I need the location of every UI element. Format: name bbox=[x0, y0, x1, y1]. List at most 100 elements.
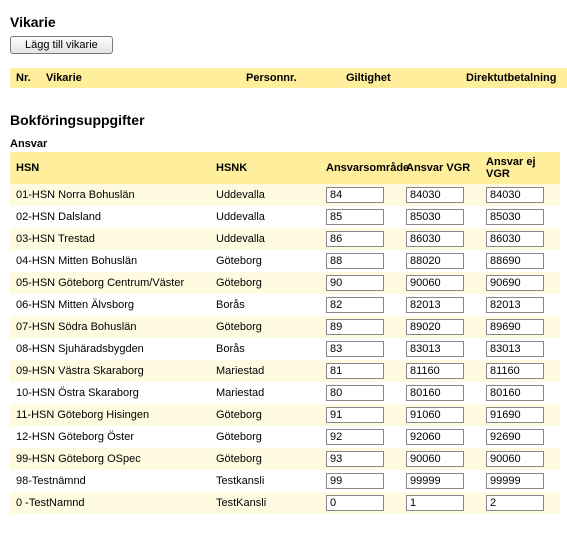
bokforing-header-hsnk: HSNK bbox=[210, 152, 320, 184]
ansvar-vgr-input[interactable] bbox=[406, 451, 464, 467]
table-row: 06-HSN Mitten ÄlvsborgBorås bbox=[10, 294, 560, 316]
cell-hsnk: Borås bbox=[210, 294, 320, 316]
cell-input-b bbox=[400, 184, 480, 206]
ansvar-ej-vgr-input[interactable] bbox=[486, 363, 544, 379]
ansvarsomrade-input[interactable] bbox=[326, 495, 384, 511]
cell-hsn: 0 -TestNamnd bbox=[10, 492, 210, 514]
table-row: 05-HSN Göteborg Centrum/VästerGöteborg bbox=[10, 272, 560, 294]
bokforing-header-ansvarsomrade: Ansvarsområde bbox=[320, 152, 400, 184]
ansvarsomrade-input[interactable] bbox=[326, 297, 384, 313]
table-row: 07-HSN Södra BohuslänGöteborg bbox=[10, 316, 560, 338]
ansvar-vgr-input[interactable] bbox=[406, 187, 464, 203]
cell-input-a bbox=[320, 404, 400, 426]
ansvarsomrade-input[interactable] bbox=[326, 407, 384, 423]
table-row: 98-TestnämndTestkansli bbox=[10, 470, 560, 492]
cell-input-a bbox=[320, 470, 400, 492]
cell-input-b bbox=[400, 360, 480, 382]
ansvarsomrade-input[interactable] bbox=[326, 187, 384, 203]
ansvar-vgr-input[interactable] bbox=[406, 275, 464, 291]
ansvar-ej-vgr-input[interactable] bbox=[486, 209, 544, 225]
vikarie-header-nr: Nr. bbox=[10, 68, 40, 88]
ansvar-vgr-input[interactable] bbox=[406, 385, 464, 401]
ansvarsomrade-input[interactable] bbox=[326, 231, 384, 247]
ansvar-vgr-input[interactable] bbox=[406, 473, 464, 489]
vikarie-table: Nr. Vikarie Personnr. Giltighet Direktut… bbox=[10, 68, 567, 88]
cell-hsnk: Testkansli bbox=[210, 470, 320, 492]
cell-hsnk: Göteborg bbox=[210, 426, 320, 448]
cell-hsn: 98-Testnämnd bbox=[10, 470, 210, 492]
ansvar-ej-vgr-input[interactable] bbox=[486, 231, 544, 247]
cell-input-c bbox=[480, 404, 560, 426]
cell-input-c bbox=[480, 206, 560, 228]
ansvar-ej-vgr-input[interactable] bbox=[486, 187, 544, 203]
ansvar-ej-vgr-input[interactable] bbox=[486, 319, 544, 335]
table-row: 10-HSN Östra SkaraborgMariestad bbox=[10, 382, 560, 404]
ansvarsomrade-input[interactable] bbox=[326, 253, 384, 269]
ansvar-vgr-input[interactable] bbox=[406, 341, 464, 357]
ansvarsomrade-input[interactable] bbox=[326, 429, 384, 445]
ansvar-ej-vgr-input[interactable] bbox=[486, 253, 544, 269]
cell-input-c bbox=[480, 272, 560, 294]
table-row: 04-HSN Mitten BohuslänGöteborg bbox=[10, 250, 560, 272]
cell-input-c bbox=[480, 250, 560, 272]
cell-input-c bbox=[480, 426, 560, 448]
cell-input-c bbox=[480, 360, 560, 382]
ansvar-vgr-input[interactable] bbox=[406, 495, 464, 511]
cell-hsn: 02-HSN Dalsland bbox=[10, 206, 210, 228]
ansvarsomrade-input[interactable] bbox=[326, 363, 384, 379]
cell-input-c bbox=[480, 448, 560, 470]
cell-input-b bbox=[400, 426, 480, 448]
cell-input-a bbox=[320, 228, 400, 250]
cell-input-b bbox=[400, 404, 480, 426]
ansvar-ej-vgr-input[interactable] bbox=[486, 275, 544, 291]
bokforing-header-ansvar-ej-vgr: Ansvar ej VGR bbox=[480, 152, 560, 184]
ansvar-vgr-input[interactable] bbox=[406, 231, 464, 247]
cell-input-b bbox=[400, 250, 480, 272]
cell-hsn: 05-HSN Göteborg Centrum/Väster bbox=[10, 272, 210, 294]
cell-input-a bbox=[320, 382, 400, 404]
cell-hsn: 10-HSN Östra Skaraborg bbox=[10, 382, 210, 404]
ansvar-vgr-input[interactable] bbox=[406, 363, 464, 379]
bokforing-header-ansvar-vgr: Ansvar VGR bbox=[400, 152, 480, 184]
ansvar-ej-vgr-input[interactable] bbox=[486, 473, 544, 489]
cell-input-a bbox=[320, 492, 400, 514]
ansvar-vgr-input[interactable] bbox=[406, 407, 464, 423]
ansvarsomrade-input[interactable] bbox=[326, 319, 384, 335]
cell-hsnk: Borås bbox=[210, 338, 320, 360]
cell-input-c bbox=[480, 492, 560, 514]
ansvar-vgr-input[interactable] bbox=[406, 253, 464, 269]
ansvarsomrade-input[interactable] bbox=[326, 473, 384, 489]
cell-hsnk: Göteborg bbox=[210, 448, 320, 470]
ansvar-ej-vgr-input[interactable] bbox=[486, 297, 544, 313]
cell-input-c bbox=[480, 294, 560, 316]
ansvarsomrade-input[interactable] bbox=[326, 275, 384, 291]
cell-input-a bbox=[320, 316, 400, 338]
ansvar-ej-vgr-input[interactable] bbox=[486, 385, 544, 401]
cell-hsnk: TestKansli bbox=[210, 492, 320, 514]
ansvarsomrade-input[interactable] bbox=[326, 385, 384, 401]
cell-input-b bbox=[400, 316, 480, 338]
cell-hsn: 12-HSN Göteborg Öster bbox=[10, 426, 210, 448]
ansvarsomrade-input[interactable] bbox=[326, 451, 384, 467]
add-vikarie-button[interactable]: Lägg till vikarie bbox=[10, 36, 113, 54]
ansvar-ej-vgr-input[interactable] bbox=[486, 407, 544, 423]
ansvar-ej-vgr-input[interactable] bbox=[486, 429, 544, 445]
ansvar-ej-vgr-input[interactable] bbox=[486, 341, 544, 357]
ansvarsomrade-input[interactable] bbox=[326, 209, 384, 225]
ansvar-vgr-input[interactable] bbox=[406, 429, 464, 445]
ansvarsomrade-input[interactable] bbox=[326, 341, 384, 357]
ansvar-ej-vgr-input[interactable] bbox=[486, 495, 544, 511]
ansvar-vgr-input[interactable] bbox=[406, 209, 464, 225]
cell-hsnk: Göteborg bbox=[210, 404, 320, 426]
table-row: 0 -TestNamndTestKansli bbox=[10, 492, 560, 514]
ansvar-vgr-input[interactable] bbox=[406, 297, 464, 313]
vikarie-title: Vikarie bbox=[10, 14, 557, 30]
ansvar-vgr-input[interactable] bbox=[406, 319, 464, 335]
cell-input-a bbox=[320, 338, 400, 360]
cell-input-a bbox=[320, 272, 400, 294]
vikarie-header-direkt: Direktutbetalning bbox=[460, 68, 567, 88]
vikarie-header-personnr: Personnr. bbox=[240, 68, 340, 88]
cell-input-b bbox=[400, 448, 480, 470]
ansvar-ej-vgr-input[interactable] bbox=[486, 451, 544, 467]
cell-hsn: 08-HSN Sjuhäradsbygden bbox=[10, 338, 210, 360]
